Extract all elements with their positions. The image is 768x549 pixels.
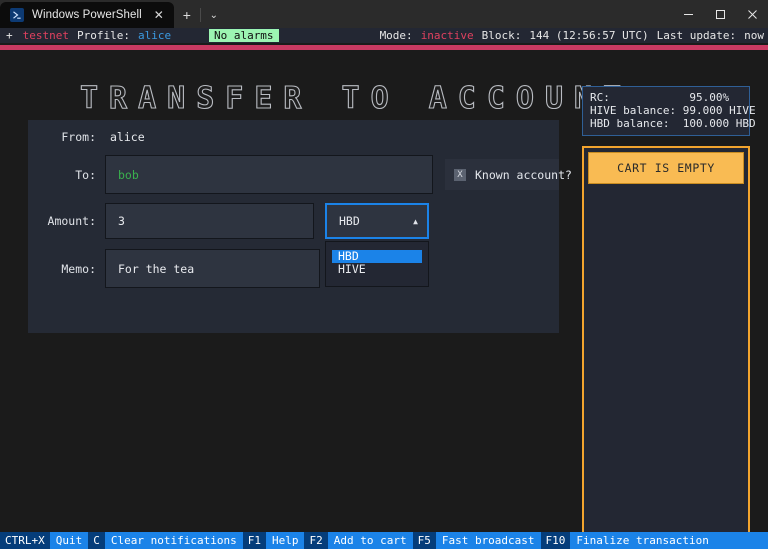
shortcut-key-help[interactable]: F1 (242, 532, 266, 549)
amount-input-value: 3 (118, 214, 125, 228)
alarms-badge: No alarms (208, 29, 279, 42)
memo-input-value: For the tea (118, 261, 195, 276)
tab-windows-powershell[interactable]: Windows PowerShell ✕ (0, 2, 174, 28)
network-badge: testnet (22, 29, 69, 42)
block-label: Block: (481, 29, 522, 42)
cart-panel: CART IS EMPTY (582, 146, 750, 549)
currency-selected-value: HBD (339, 214, 360, 228)
currency-select-wrapper: HBD ▲ HBD HIVE (325, 203, 429, 287)
currency-options-list: HBD HIVE (325, 241, 429, 287)
chevron-up-icon: ▲ (413, 216, 418, 226)
profile-value: alice (137, 29, 172, 42)
shortcut-desc-help[interactable]: Help (265, 532, 305, 549)
shortcut-desc-clear[interactable]: Clear notifications (104, 532, 243, 549)
to-label: To: (75, 167, 96, 182)
page-title-text: TRANSFER TO ACCOUNT (79, 80, 633, 116)
shortcut-key-clear[interactable]: C (88, 532, 105, 549)
amount-row: Amount: 3 HBD ▲ HBD HIVE (28, 203, 559, 287)
accent-divider (0, 45, 768, 50)
last-update-value: now (744, 29, 764, 42)
shortcut-key-finalize[interactable]: F10 (540, 532, 571, 549)
minimize-icon[interactable] (672, 0, 704, 28)
status-plus-indicator: + (6, 29, 13, 42)
maximize-icon[interactable] (704, 0, 736, 28)
account-balances-panel: RC: 95.00% HIVE balance: 99.000 HIVE HBD… (582, 86, 756, 136)
close-window-icon[interactable] (736, 0, 768, 28)
close-tab-icon[interactable]: ✕ (150, 6, 168, 24)
chevron-down-icon[interactable]: ⌄ (201, 2, 227, 28)
block-value: 144 (12:56:57 UTC) (529, 29, 649, 42)
terminal-content: + testnet Profile: alice No alarms Mode:… (0, 28, 768, 549)
mode-value: inactive (420, 29, 474, 42)
new-tab-icon[interactable]: + (174, 2, 200, 28)
transfer-form: From: alice To: bob X Known account? Amo… (28, 120, 572, 333)
to-input-value: bob (118, 167, 139, 182)
from-value: alice (110, 130, 145, 144)
rc-line: RC: 95.00% (590, 91, 730, 104)
shortcut-desc-broadcast[interactable]: Fast broadcast (435, 532, 541, 549)
terminal-window: Windows PowerShell ✕ + ⌄ + testnet Profi… (0, 0, 768, 549)
shortcut-key-broadcast[interactable]: F5 (412, 532, 436, 549)
shortcut-desc-finalize[interactable]: Finalize transaction (570, 532, 715, 549)
app-status-line: + testnet Profile: alice No alarms Mode:… (0, 28, 768, 43)
cart-status-badge: CART IS EMPTY (588, 152, 744, 184)
known-account-checkbox[interactable]: X Known account? (445, 159, 572, 190)
memo-input[interactable]: For the tea (105, 249, 320, 288)
shortcut-key-quit[interactable]: CTRL+X (0, 532, 50, 549)
memo-label: Memo: (61, 261, 96, 276)
from-row: From: alice (28, 120, 559, 144)
powershell-icon (10, 8, 24, 22)
to-row: To: bob X Known account? (28, 155, 572, 194)
title-bar: Windows PowerShell ✕ + ⌄ (0, 0, 768, 28)
tab-title: Windows PowerShell (32, 9, 142, 21)
shortcut-desc-quit[interactable]: Quit (49, 532, 89, 549)
known-account-label: Known account? (475, 167, 572, 182)
profile-label: Profile: (76, 29, 130, 42)
shortcut-key-addcart[interactable]: F2 (304, 532, 328, 549)
last-update-label: Last update: (656, 29, 737, 42)
currency-select[interactable]: HBD ▲ (325, 203, 429, 239)
to-input[interactable]: bob (105, 155, 433, 194)
checkbox-checked-icon: X (454, 168, 466, 181)
window-controls (672, 0, 768, 28)
keyboard-shortcut-bar: CTRL+X Quit C Clear notifications F1 Hel… (0, 532, 768, 549)
amount-label: Amount: (47, 214, 96, 228)
from-label: From: (61, 130, 96, 144)
hive-balance-line: HIVE balance: 99.000 HIVE (590, 104, 756, 117)
shortcut-desc-addcart[interactable]: Add to cart (327, 532, 413, 549)
memo-row: Memo: For the tea (28, 249, 559, 288)
mode-label: Mode: (379, 29, 413, 42)
currency-option-hive[interactable]: HIVE (326, 263, 428, 276)
amount-input[interactable]: 3 (105, 203, 314, 239)
keybar-filler (714, 532, 768, 549)
hbd-balance-line: HBD balance: 100.000 HBD (590, 117, 756, 130)
